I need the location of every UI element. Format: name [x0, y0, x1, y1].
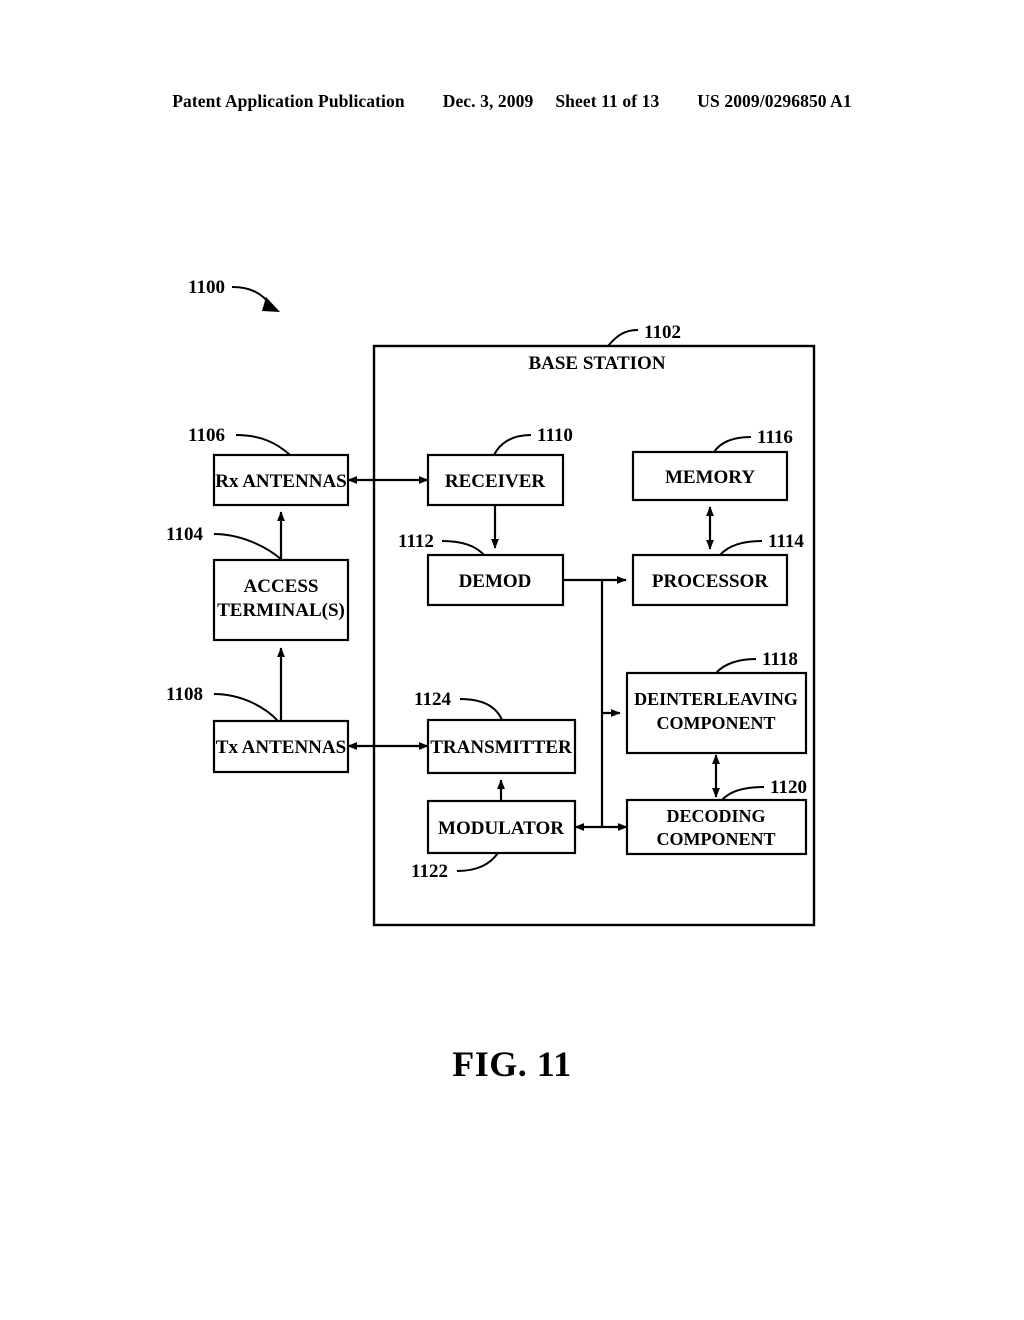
ref-1110-label: 1110	[537, 425, 573, 446]
ref-1112-label: 1112	[398, 531, 434, 552]
ref-1120-leader	[721, 786, 765, 801]
ref-1114-label: 1114	[768, 531, 804, 552]
ref-1104-label: 1104	[166, 524, 203, 545]
decoding-component-label-line1: DECODING	[666, 806, 765, 826]
modulator-label: MODULATOR	[438, 818, 564, 839]
ref-1118-label: 1118	[762, 649, 798, 670]
tx-antennas-label: Tx ANTENNAS	[216, 737, 346, 758]
receiver-label: RECEIVER	[445, 471, 546, 492]
ref-1106-label: 1106	[188, 425, 225, 446]
ref-1102-leader	[607, 329, 639, 347]
ref-1108-label: 1108	[166, 684, 203, 705]
ref-1104-leader	[213, 533, 283, 561]
ref-1110-leader	[493, 434, 532, 456]
demod-label: DEMOD	[459, 571, 532, 592]
ref-1116-label: 1116	[757, 427, 793, 448]
ref-1122-leader	[456, 852, 499, 872]
ref-1100-label: 1100	[188, 277, 225, 298]
memory-label: MEMORY	[665, 467, 755, 488]
ref-1114-leader	[719, 540, 763, 556]
deinterleaving-component-label-line1: DEINTERLEAVING	[634, 689, 798, 709]
access-terminals-label-line1: ACCESS	[244, 576, 319, 597]
ref-1106-leader	[235, 434, 291, 456]
ref-1118-leader	[715, 658, 757, 674]
ref-1116-leader	[713, 436, 752, 453]
ref-1124-leader	[459, 698, 503, 721]
ref-1120-label: 1120	[770, 777, 807, 798]
patent-page: Patent Application Publication Dec. 3, 2…	[0, 0, 1024, 1320]
access-terminals-label-line2: TERMINAL(S)	[217, 600, 345, 621]
deinterleaving-component-label-line2: COMPONENT	[657, 713, 776, 733]
figure-caption: FIG. 11	[452, 1044, 572, 1084]
ref-1108-leader	[213, 693, 279, 722]
rx-antennas-label: Rx ANTENNAS	[215, 471, 346, 492]
ref-1122-label: 1122	[411, 861, 448, 882]
ref-1102-label: 1102	[644, 322, 681, 343]
figure-diagram: 1100 BASE STATION 1102 Rx ANTENNAS 1106 …	[166, 277, 816, 927]
decoding-component-label-line2: COMPONENT	[657, 829, 776, 849]
ref-1124-label: 1124	[414, 689, 451, 710]
transmitter-label: TRANSMITTER	[430, 737, 572, 758]
processor-label: PROCESSOR	[652, 571, 768, 592]
ref-1112-leader	[441, 540, 485, 556]
base-station-title: BASE STATION	[528, 353, 665, 374]
